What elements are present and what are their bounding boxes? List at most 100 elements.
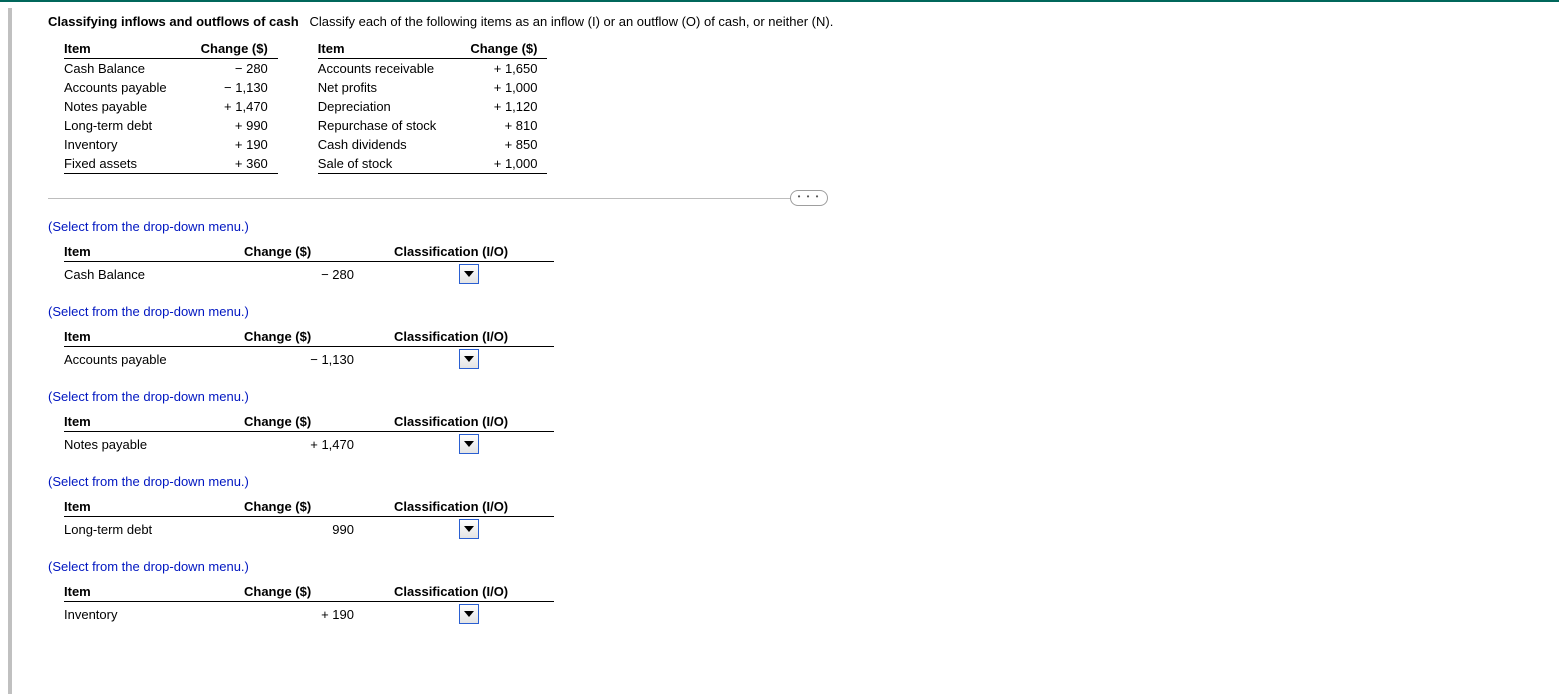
- table-header-row: Item Change ($) Classification (I/O): [64, 582, 554, 602]
- table-row: Inventory + 190: [64, 602, 554, 627]
- classification-table: Item Change ($) Classification (I/O) Cas…: [64, 242, 554, 286]
- cell-change: + 1,120: [446, 97, 547, 116]
- cell-class: [364, 432, 554, 457]
- table-row: Long-term debt+ 990: [64, 116, 278, 135]
- cell-item: Net profits: [318, 78, 447, 97]
- col-class-header: Classification (I/O): [364, 242, 554, 262]
- col-item-header: Item: [64, 327, 234, 347]
- col-change-header: Change ($): [234, 497, 364, 517]
- cell-item: Accounts receivable: [318, 59, 447, 79]
- heading-bold: Classifying inflows and outflows of cash: [48, 14, 299, 29]
- table-row: Accounts payable − 1,130: [64, 347, 554, 372]
- ellipsis-pill-icon[interactable]: • • •: [790, 190, 828, 206]
- col-change-header: Change ($): [234, 242, 364, 262]
- col-item-header: Item: [64, 497, 234, 517]
- col-item-header: Item: [318, 39, 447, 59]
- classification-table: Item Change ($) Classification (I/O) Not…: [64, 412, 554, 456]
- table-row: Cash dividends+ 850: [318, 135, 548, 154]
- cell-change: + 360: [177, 154, 278, 174]
- table-header-row: Item Change ($) Classification (I/O): [64, 412, 554, 432]
- cell-item: Cash dividends: [318, 135, 447, 154]
- col-change-header: Change ($): [234, 582, 364, 602]
- classification-dropdown[interactable]: [459, 519, 479, 539]
- classification-table: Item Change ($) Classification (I/O) Inv…: [64, 582, 554, 626]
- cell-class: [364, 262, 554, 287]
- cell-item: Inventory: [64, 602, 234, 627]
- table-row: Notes payable + 1,470: [64, 432, 554, 457]
- dropdown-instruction: (Select from the drop-down menu.): [48, 304, 1559, 319]
- problem-heading: Classifying inflows and outflows of cash…: [48, 14, 1559, 29]
- reference-table-right: Item Change ($) Accounts receivable+ 1,6…: [318, 39, 548, 174]
- table-row: Fixed assets+ 360: [64, 154, 278, 174]
- classification-table: Item Change ($) Classification (I/O) Lon…: [64, 497, 554, 541]
- table-row: Cash Balance − 280: [64, 262, 554, 287]
- table-header-row: Item Change ($) Classification (I/O): [64, 497, 554, 517]
- cell-item: Accounts payable: [64, 78, 177, 97]
- reference-table-left: Item Change ($) Cash Balance− 280 Accoun…: [64, 39, 278, 174]
- cell-change: + 190: [234, 602, 364, 627]
- cell-change: + 850: [446, 135, 547, 154]
- classification-dropdown[interactable]: [459, 604, 479, 624]
- table-row: Cash Balance− 280: [64, 59, 278, 79]
- table-row: Inventory+ 190: [64, 135, 278, 154]
- table-row: Depreciation+ 1,120: [318, 97, 548, 116]
- heading-rest: Classify each of the following items as …: [309, 14, 833, 29]
- classification-block: Item Change ($) Classification (I/O) Lon…: [64, 497, 1559, 541]
- classification-block: Item Change ($) Classification (I/O) Cas…: [64, 242, 1559, 286]
- cell-item: Accounts payable: [64, 347, 234, 372]
- dropdown-instruction: (Select from the drop-down menu.): [48, 559, 1559, 574]
- col-class-header: Classification (I/O): [364, 497, 554, 517]
- cell-item: Cash Balance: [64, 59, 177, 79]
- table-row: Accounts payable− 1,130: [64, 78, 278, 97]
- divider-line: [48, 198, 808, 199]
- cell-item: Notes payable: [64, 432, 234, 457]
- cell-class: [364, 347, 554, 372]
- col-class-header: Classification (I/O): [364, 582, 554, 602]
- classification-dropdown[interactable]: [459, 264, 479, 284]
- cell-change: − 280: [234, 262, 364, 287]
- table-header-row: Item Change ($): [318, 39, 548, 59]
- cell-item: Cash Balance: [64, 262, 234, 287]
- col-change-header: Change ($): [446, 39, 547, 59]
- section-divider: • • •: [48, 198, 808, 199]
- cell-class: [364, 602, 554, 627]
- col-class-header: Classification (I/O): [364, 327, 554, 347]
- table-row: Long-term debt 990: [64, 517, 554, 542]
- page-body: Classifying inflows and outflows of cash…: [8, 8, 1559, 694]
- cell-change: + 990: [177, 116, 278, 135]
- col-item-header: Item: [64, 242, 234, 262]
- cell-change: + 810: [446, 116, 547, 135]
- col-item-header: Item: [64, 582, 234, 602]
- col-change-header: Change ($): [234, 412, 364, 432]
- classification-table: Item Change ($) Classification (I/O) Acc…: [64, 327, 554, 371]
- top-border: [0, 0, 1559, 2]
- cell-item: Inventory: [64, 135, 177, 154]
- col-change-header: Change ($): [234, 327, 364, 347]
- cell-item: Sale of stock: [318, 154, 447, 174]
- reference-tables: Item Change ($) Cash Balance− 280 Accoun…: [64, 39, 1559, 174]
- col-item-header: Item: [64, 39, 177, 59]
- table-header-row: Item Change ($) Classification (I/O): [64, 242, 554, 262]
- classification-block: Item Change ($) Classification (I/O) Not…: [64, 412, 1559, 456]
- table-row: Notes payable+ 1,470: [64, 97, 278, 116]
- cell-item: Depreciation: [318, 97, 447, 116]
- cell-class: [364, 517, 554, 542]
- table-row: Net profits+ 1,000: [318, 78, 548, 97]
- cell-change: + 1,650: [446, 59, 547, 79]
- cell-change: + 1,470: [177, 97, 278, 116]
- classification-dropdown[interactable]: [459, 434, 479, 454]
- table-row: Repurchase of stock+ 810: [318, 116, 548, 135]
- cell-change: + 1,000: [446, 154, 547, 174]
- cell-change: − 1,130: [177, 78, 278, 97]
- dropdown-instruction: (Select from the drop-down menu.): [48, 474, 1559, 489]
- classification-block: Item Change ($) Classification (I/O) Inv…: [64, 582, 1559, 626]
- cell-item: Long-term debt: [64, 116, 177, 135]
- classification-block: Item Change ($) Classification (I/O) Acc…: [64, 327, 1559, 371]
- cell-change: − 1,130: [234, 347, 364, 372]
- table-row: Accounts receivable+ 1,650: [318, 59, 548, 79]
- classification-dropdown[interactable]: [459, 349, 479, 369]
- col-item-header: Item: [64, 412, 234, 432]
- cell-item: Long-term debt: [64, 517, 234, 542]
- table-header-row: Item Change ($) Classification (I/O): [64, 327, 554, 347]
- cell-item: Fixed assets: [64, 154, 177, 174]
